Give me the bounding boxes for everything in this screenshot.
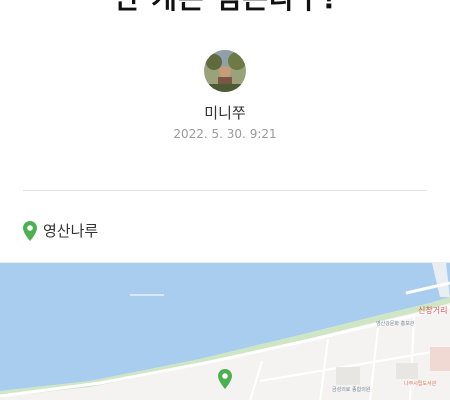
location-row[interactable]: 영산나루 [23,220,98,241]
map-canvas: 신창거리 영산강문화 홍보관 금성의료 종합의원 나주시립도서관 [0,263,450,400]
map-poi-label: 금성의료 종합의원 [332,386,371,393]
author-name[interactable]: 미니쭈 [0,102,450,123]
location-name: 영산나루 [43,222,99,240]
building-block [336,367,360,385]
map-poi-label: 영산강문화 홍보관 [376,320,415,327]
author-avatar[interactable] [204,50,246,92]
post-title: 만 개는 넘는다구! [0,0,450,17]
post-date: 2022. 5. 30. 9:21 [173,127,277,141]
building-block [430,347,450,371]
map-view[interactable]: 신창거리 영산강문화 홍보관 금성의료 종합의원 나주시립도서관 [0,262,450,400]
section-divider [23,190,427,191]
avatar-photo [204,50,246,92]
building-block [396,363,418,379]
map-poi-label: 나주시립도서관 [404,380,437,387]
post-page: 만 개는 넘는다구! 미니쭈 2022. 5. 30. 9:21 영산나루 [0,0,450,400]
map-pin-icon [23,220,37,241]
map-district-label: 신창거리 [418,306,447,315]
